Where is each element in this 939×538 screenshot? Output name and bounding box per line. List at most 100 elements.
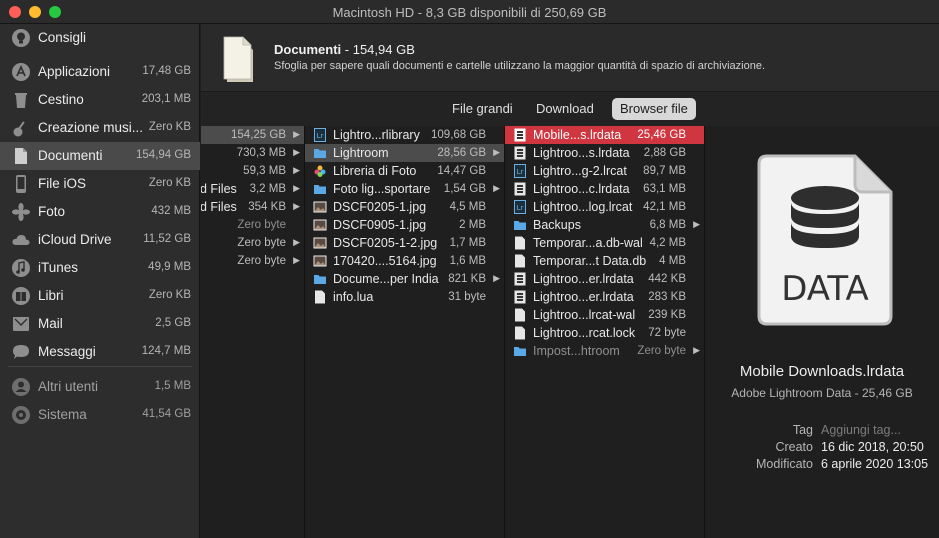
- file-row[interactable]: Lr Lightro...g-2.lrcat 89,7 MB: [505, 162, 704, 180]
- sidebar-item-icloud-drive[interactable]: iCloud Drive 11,52 GB: [0, 226, 200, 254]
- info-row-modified: Modificato 6 aprile 2020 13:05: [705, 457, 939, 475]
- sidebar-item-consigli[interactable]: Consigli: [0, 24, 200, 52]
- folder-row[interactable]: Backups 6,8 MB ▶: [505, 216, 704, 234]
- folder-icon: [314, 275, 326, 284]
- lrcat-file-icon: Lr: [314, 128, 326, 142]
- sidebar-item-cestino[interactable]: Cestino 203,1 MB: [0, 86, 200, 114]
- file-row[interactable]: Lightroo...er.lrdata 442 KB: [505, 270, 704, 288]
- folder-row[interactable]: 59,3 MB ▶: [201, 162, 304, 180]
- file-row[interactable]: DSCF0205-1.jpg 4,5 MB: [305, 198, 504, 216]
- add-tag-field[interactable]: Aggiungi tag...: [821, 423, 901, 437]
- sidebar-divider: [8, 366, 192, 367]
- sidebar-item-file-ios[interactable]: File iOS Zero KB: [0, 170, 200, 198]
- item-size: 442 KB: [648, 273, 686, 285]
- item-size: 59,3 MB: [243, 165, 286, 177]
- sidebar-item-messaggi[interactable]: Messaggi 124,7 MB: [0, 338, 200, 366]
- item-name: Temporar...a.db-wal: [533, 236, 643, 250]
- file-row[interactable]: Temporar...a.db-wal 4,2 MB: [505, 234, 704, 252]
- folder-row[interactable]: Impost...htroom Zero byte ▶: [505, 342, 704, 360]
- file-row[interactable]: Temporar...t Data.db 4 MB: [505, 252, 704, 270]
- browser-column-1[interactable]: 154,25 GB ▶ 730,3 MB ▶ 59,3 MB ▶ ud Files 3,2 M…: [201, 126, 305, 538]
- file-row[interactable]: Lightroo...s.lrdata 2,88 GB: [505, 144, 704, 162]
- system-icon: [12, 406, 30, 424]
- file-row[interactable]: Lr Lightro...rlibrary 109,68 GB: [305, 126, 504, 144]
- chevron-right-icon: ▶: [293, 147, 300, 157]
- sidebar-item-label: Creazione musi...: [38, 120, 144, 135]
- photo-library-icon: [314, 165, 326, 177]
- browser-column-2[interactable]: Lr Lightro...rlibrary 109,68 GB Lightroom 28…: [305, 126, 505, 538]
- sidebar-item-libri[interactable]: Libri Zero KB: [0, 282, 200, 310]
- file-row[interactable]: DSCF0205-1-2.jpg 1,7 MB: [305, 234, 504, 252]
- chevron-right-icon: ▶: [693, 219, 700, 229]
- item-size: 28,56 GB: [437, 147, 486, 159]
- image-file-icon: [313, 219, 327, 231]
- sidebar-item-mail[interactable]: Mail 2,5 GB: [0, 310, 200, 338]
- sidebar-item-label: iCloud Drive: [38, 232, 112, 247]
- folder-row[interactable]: 154,25 GB ▶: [201, 126, 304, 144]
- cloud-icon: [12, 234, 30, 245]
- sidebar-item-documenti[interactable]: Documenti 154,94 GB: [0, 142, 200, 170]
- file-row[interactable]: Lightroo...rcat.lock 72 byte: [505, 324, 704, 342]
- item-name: DSCF0205-1.jpg: [333, 200, 427, 214]
- sidebar-item-creazione-musi[interactable]: Creazione musi... Zero KB: [0, 114, 200, 142]
- folder-row[interactable]: ud Files 354 KB ▶: [201, 198, 304, 216]
- info-row-tag: Tag Aggiungi tag...: [705, 423, 939, 441]
- sidebar-item-altri-utenti[interactable]: Altri utenti 1,5 MB: [0, 373, 200, 401]
- item-name: Mobile...s.lrdata: [533, 128, 622, 142]
- tab-large-files[interactable]: File grandi: [444, 98, 521, 120]
- folder-row[interactable]: Foto lig...sportare 1,54 GB ▶: [305, 180, 504, 198]
- file-row[interactable]: Zero byte: [201, 216, 304, 234]
- file-row[interactable]: Lightroo...c.lrdata 63,1 MB: [505, 180, 704, 198]
- image-file-icon: [313, 201, 327, 213]
- browser-column-3[interactable]: Mobile...s.lrdata 25,46 GB Lightroo...s.lr…: [505, 126, 705, 538]
- sidebar-item-size: 41,54 GB: [142, 408, 191, 420]
- lrdata-file-icon: [514, 128, 526, 142]
- folder-row[interactable]: Zero byte ▶: [201, 234, 304, 252]
- sidebar-item-applicazioni[interactable]: Applicazioni 17,48 GB: [0, 58, 200, 86]
- folder-row[interactable]: Docume...per India 821 KB ▶: [305, 270, 504, 288]
- info-key: Modificato: [756, 457, 813, 471]
- file-row[interactable]: DSCF0905-1.jpg 2 MB: [305, 216, 504, 234]
- file-row[interactable]: Mobile...s.lrdata 25,46 GB: [505, 126, 704, 144]
- folder-icon: [314, 149, 326, 158]
- file-row[interactable]: Lightroo...er.lrdata 283 KB: [505, 288, 704, 306]
- item-size: 109,68 GB: [431, 129, 486, 141]
- item-name: Lightroo...c.lrdata: [533, 182, 630, 196]
- file-row[interactable]: Libreria di Foto 14,47 GB: [305, 162, 504, 180]
- tab-downloads[interactable]: Download: [528, 98, 602, 120]
- item-size: 1,54 GB: [443, 183, 486, 195]
- folder-icon: [514, 347, 526, 356]
- item-size: 42,1 MB: [643, 201, 686, 213]
- music-note-icon: [12, 259, 30, 277]
- lrdata-file-icon: [514, 182, 526, 196]
- sidebar-item-itunes[interactable]: iTunes 49,9 MB: [0, 254, 200, 282]
- item-size: 354 KB: [248, 201, 286, 213]
- item-size: Zero byte: [637, 345, 686, 357]
- item-size: 730,3 MB: [236, 147, 286, 159]
- folder-row[interactable]: 730,3 MB ▶: [201, 144, 304, 162]
- sidebar-item-size: 203,1 MB: [141, 93, 191, 105]
- folder-row[interactable]: Zero byte ▶: [201, 252, 304, 270]
- users-icon: [12, 378, 30, 396]
- sidebar-item-label: Messaggi: [38, 344, 96, 359]
- sidebar-item-sistema[interactable]: Sistema 41,54 GB: [0, 401, 200, 429]
- lightbulb-icon: [12, 29, 30, 47]
- sidebar-item-size: 154,94 GB: [136, 149, 191, 161]
- sidebar-item-size: 11,52 GB: [143, 233, 191, 245]
- folder-row[interactable]: ud Files 3,2 MB ▶: [201, 180, 304, 198]
- file-row[interactable]: Lightroo...lrcat-wal 239 KB: [505, 306, 704, 324]
- item-name: Lightroo...er.lrdata: [533, 272, 634, 286]
- folder-row[interactable]: Lightroom 28,56 GB ▶: [305, 144, 504, 162]
- item-size: 31 byte: [448, 291, 486, 303]
- item-name: DSCF0205-1-2.jpg: [333, 236, 438, 250]
- sidebar-item-size: 1,5 MB: [154, 380, 191, 392]
- item-size: 239 KB: [648, 309, 686, 321]
- sidebar-item-foto[interactable]: Foto 432 MB: [0, 198, 200, 226]
- file-row[interactable]: 170420....5164.jpg 1,6 MB: [305, 252, 504, 270]
- file-row[interactable]: info.lua 31 byte: [305, 288, 504, 306]
- lrdata-file-icon: DATA: [757, 154, 893, 326]
- tab-file-browser[interactable]: Browser file: [612, 98, 696, 120]
- item-name: Lightro...g-2.lrcat: [533, 164, 627, 178]
- info-key: Creato: [775, 440, 813, 454]
- file-row[interactable]: Lr Lightroo...log.lrcat 42,1 MB: [505, 198, 704, 216]
